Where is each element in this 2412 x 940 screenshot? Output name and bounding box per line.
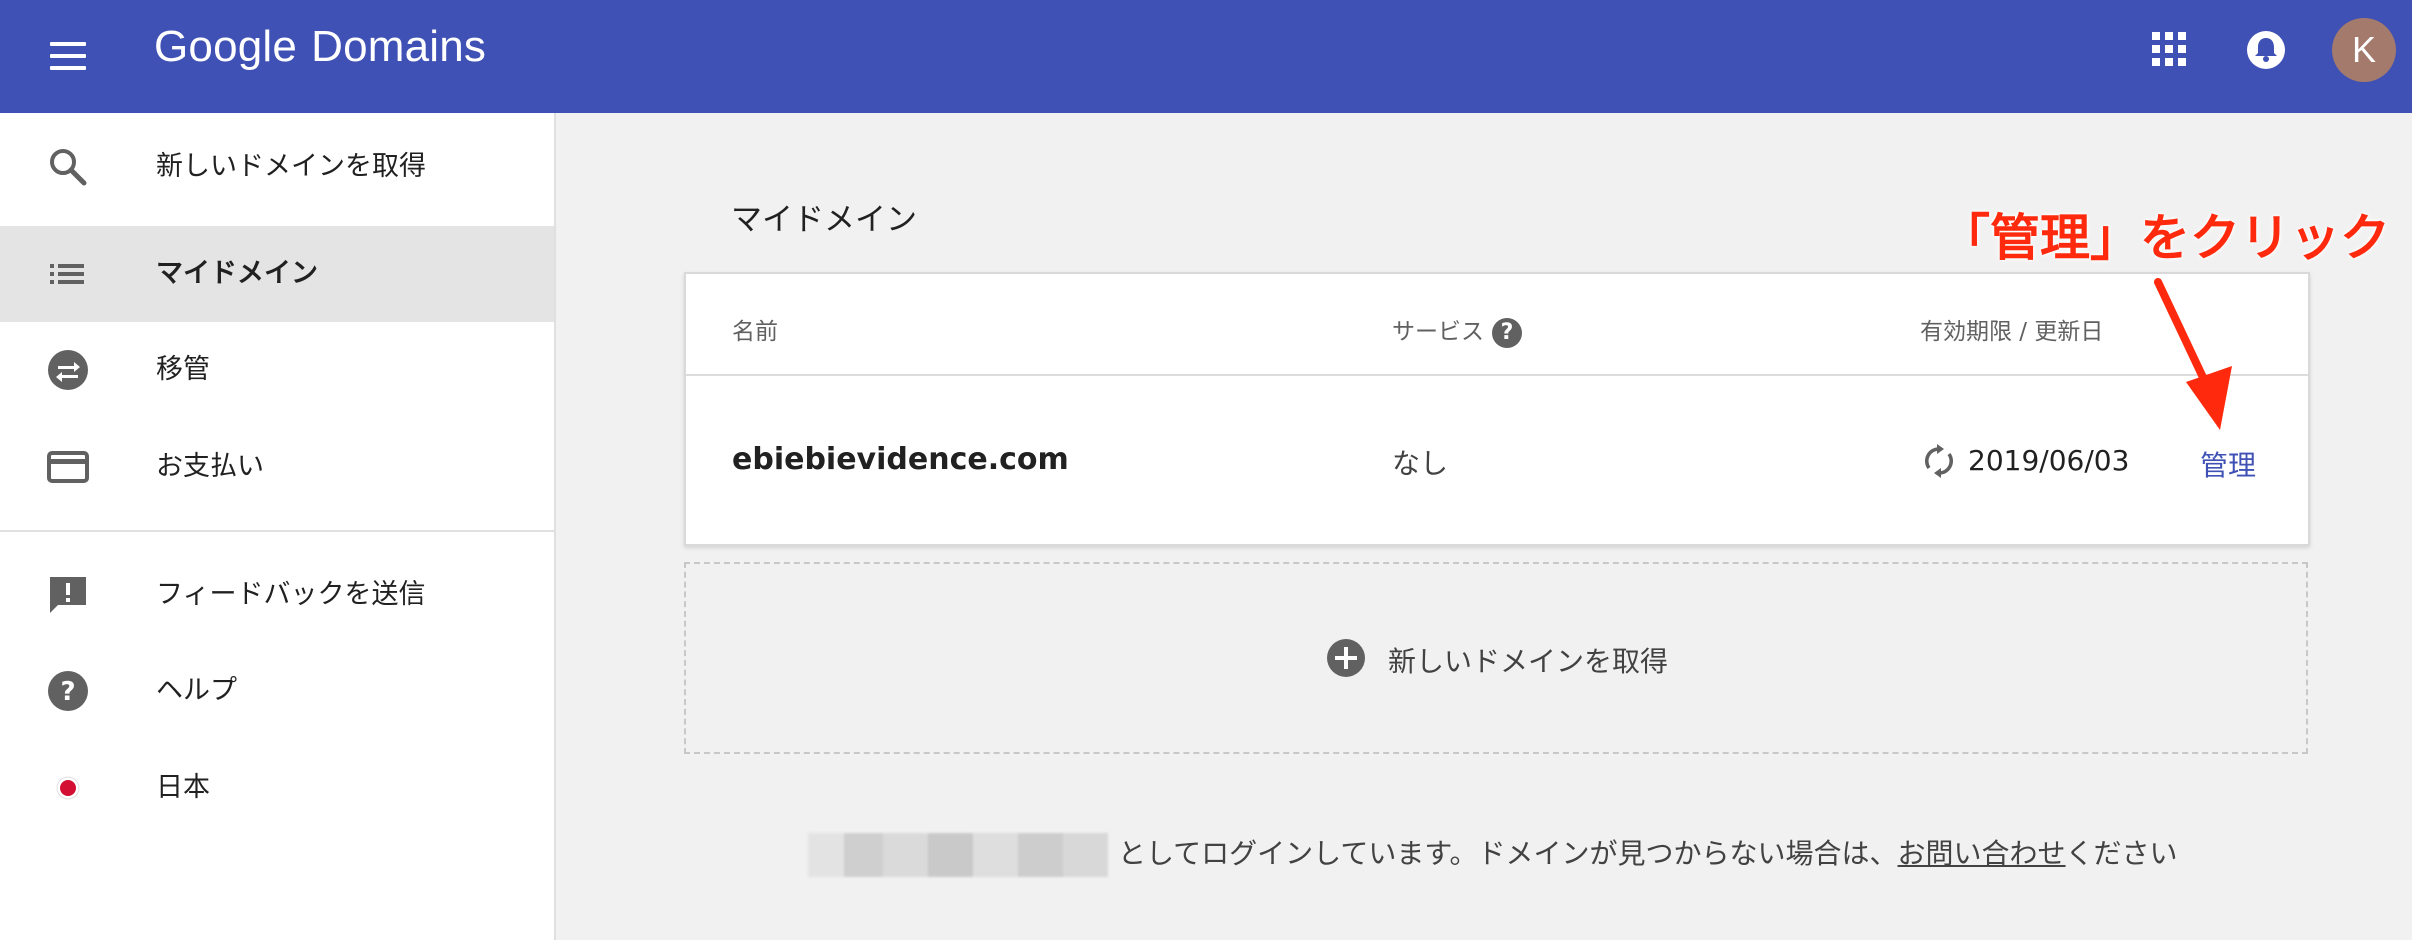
add-domain-button[interactable]: 新しいドメインを取得 [684, 562, 2308, 754]
contact-link[interactable]: お問い合わせ [1898, 837, 2066, 870]
feedback-icon [50, 577, 86, 613]
transfer-icon [48, 350, 88, 390]
credit-card-icon [47, 451, 89, 483]
menu-icon[interactable] [48, 36, 88, 76]
sidebar-item-my-domains[interactable]: マイドメイン [0, 226, 554, 322]
blurred-account-email [808, 833, 1108, 877]
sidebar-item-feedback[interactable]: フィードバックを送信 [0, 547, 554, 643]
sidebar-item-get-domain[interactable]: 新しいドメインを取得 [0, 119, 554, 215]
sidebar-item-label: フィードバックを送信 [156, 579, 426, 610]
annotation-label: 「管理」をクリック [1940, 209, 2390, 267]
sidebar: 新しいドメインを取得 マイドメイン 移管 お支払い フィードバックを送信 ? ヘ… [0, 113, 556, 940]
page-title: マイドメイン [731, 202, 917, 238]
column-header-service: サービス? [1392, 312, 1522, 348]
sidebar-item-label: お支払い [156, 451, 264, 482]
column-header-name: 名前 [732, 319, 778, 345]
apps-grid-icon[interactable] [2152, 32, 2186, 66]
japan-flag-icon [56, 776, 80, 800]
sidebar-item-help[interactable]: ? ヘルプ [0, 643, 554, 739]
header-divider [686, 374, 2308, 376]
login-footer: としてログインしています。ドメインが見つからない場合は、お問い合わせください [808, 832, 2178, 877]
footer-suffix: ください [2065, 837, 2178, 870]
service-value: なし [1392, 447, 1449, 480]
help-icon: ? [48, 671, 88, 711]
sidebar-divider [0, 530, 554, 532]
list-icon [50, 264, 84, 284]
footer-text: としてログインしています。ドメインが見つからない場合は、 [1118, 837, 1898, 870]
sidebar-item-label: 移管 [156, 354, 210, 385]
sidebar-item-label: 日本 [156, 772, 210, 803]
column-header-expiry: 有効期限 / 更新日 [1920, 319, 2104, 345]
manage-link[interactable]: 管理 [2200, 444, 2256, 484]
annotation-arrow [2154, 278, 2232, 430]
domains-table: 名前 サービス? 有効期限 / 更新日 ebiebievidence.com な… [684, 272, 2310, 546]
sidebar-item-label: 新しいドメインを取得 [156, 151, 426, 182]
brand-product: Domains [311, 22, 487, 71]
account-avatar[interactable]: K [2332, 18, 2396, 82]
column-header-service-label: サービス [1392, 319, 1484, 345]
add-circle-icon [1327, 639, 1365, 677]
domain-name[interactable]: ebiebievidence.com [732, 442, 1069, 477]
brand-google: Google [154, 22, 298, 71]
sidebar-item-billing[interactable]: お支払い [0, 419, 554, 515]
add-domain-label: 新しいドメインを取得 [1388, 645, 1669, 678]
notifications-bell-icon[interactable] [2246, 28, 2286, 72]
search-icon [50, 149, 87, 186]
sidebar-item-label: マイドメイン [156, 258, 318, 289]
auto-renew-icon [1925, 444, 1953, 478]
expiry-date: 2019/06/03 [1968, 444, 2130, 477]
svg-text:?: ? [60, 677, 75, 707]
app-bar: Google Domains K [0, 0, 2412, 113]
sidebar-item-transfer[interactable]: 移管 [0, 322, 554, 418]
sidebar-item-label: ヘルプ [156, 675, 237, 706]
service-help-icon[interactable]: ? [1492, 317, 1522, 348]
brand-logo[interactable]: Google Domains [154, 22, 486, 72]
sidebar-item-region[interactable]: 日本 [0, 740, 554, 836]
